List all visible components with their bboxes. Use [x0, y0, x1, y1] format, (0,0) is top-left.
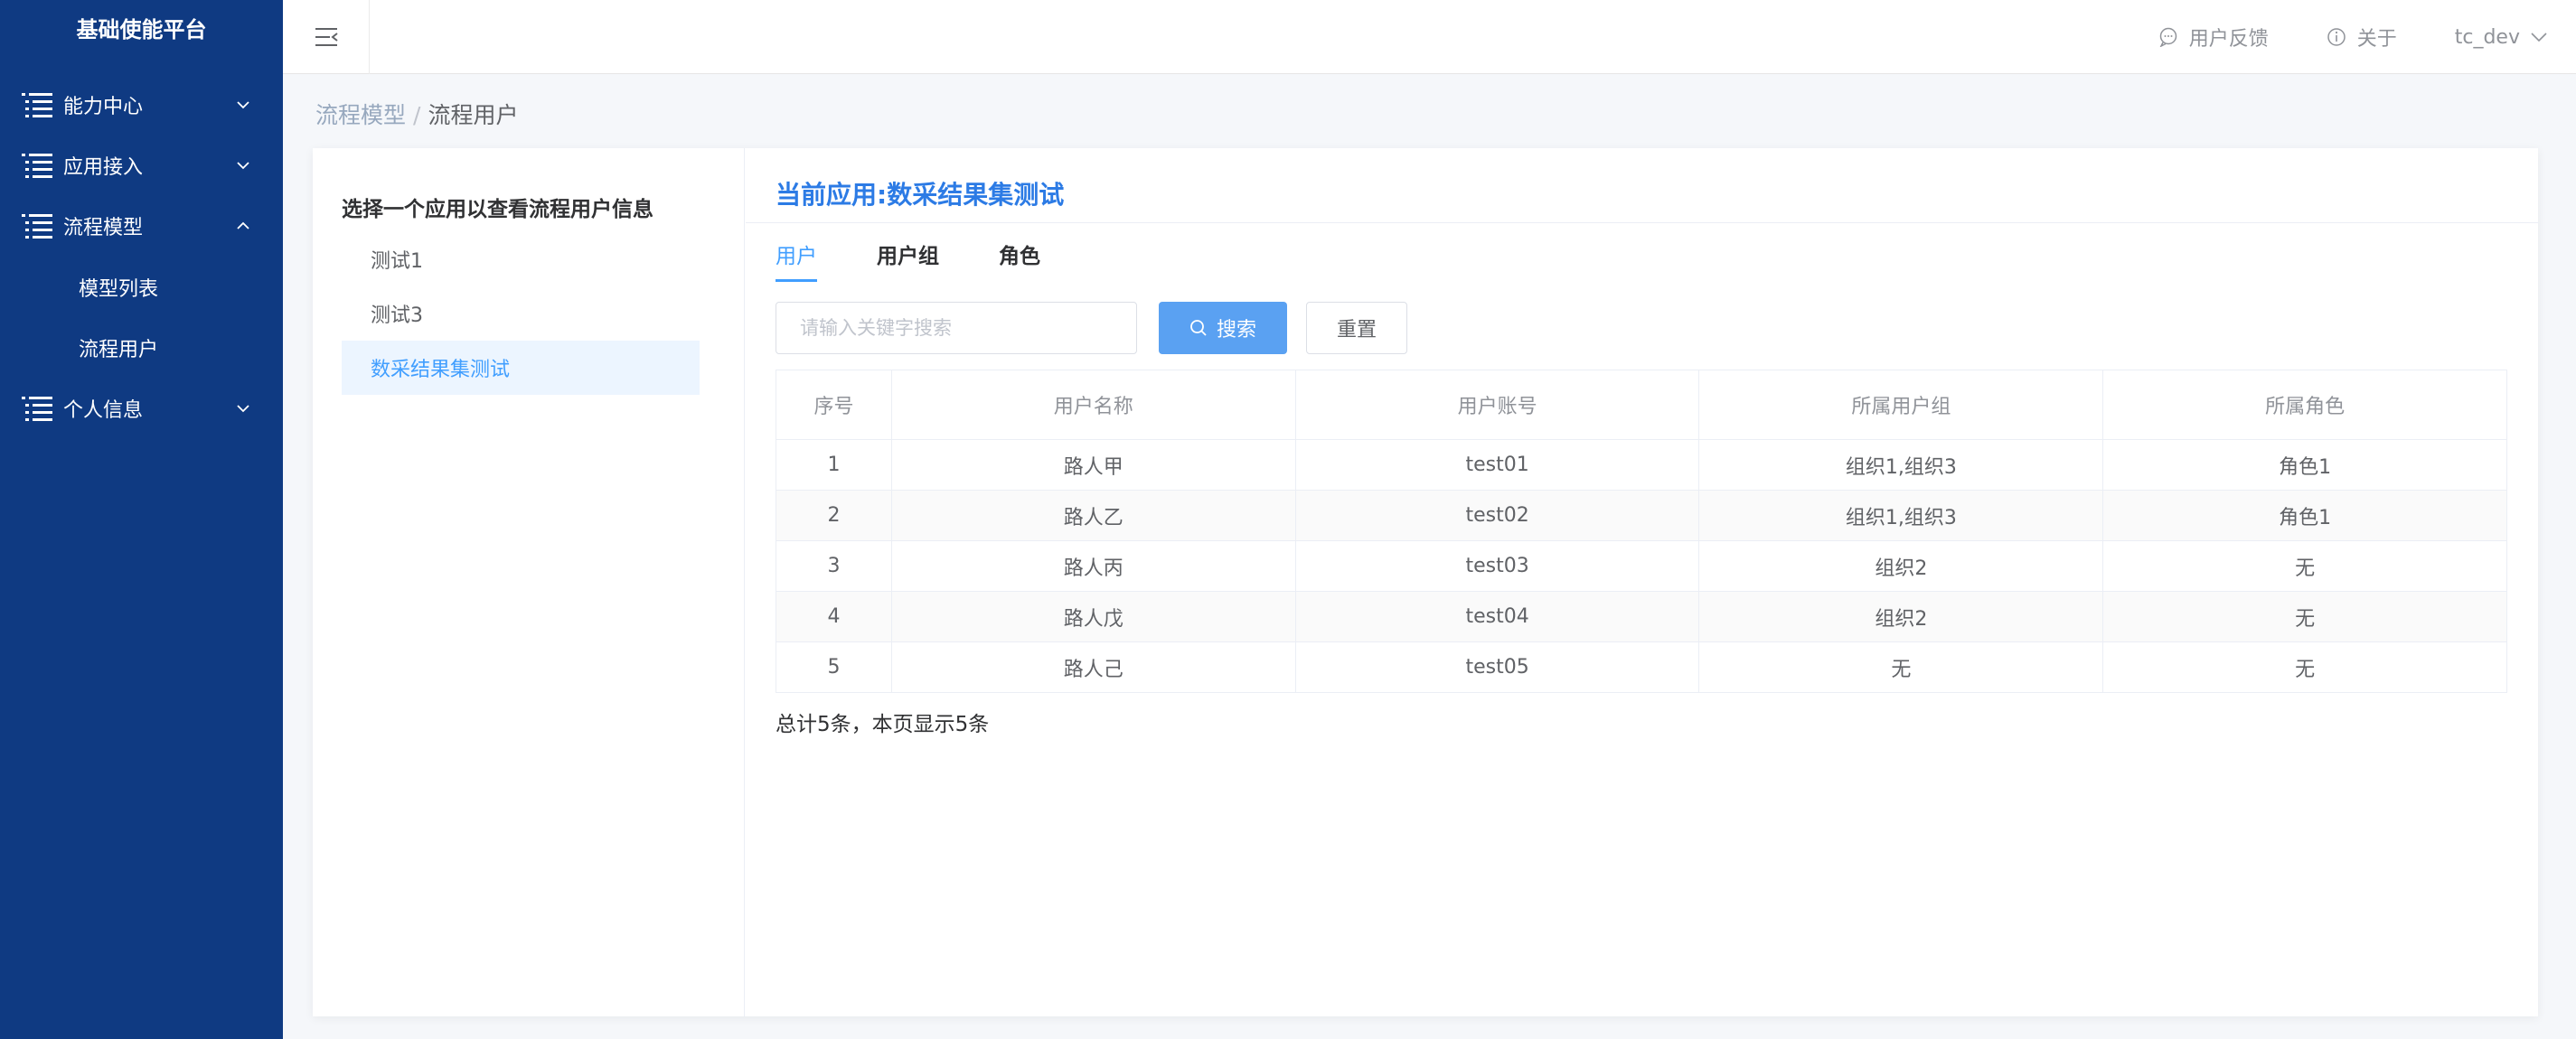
breadcrumb: 流程模型 / 流程用户	[315, 98, 518, 130]
feedback-label: 用户反馈	[2188, 28, 2269, 51]
chevron-up-icon	[237, 221, 249, 229]
username: tc_dev	[2454, 25, 2520, 49]
menu-label: 能力中心	[63, 95, 144, 118]
header-actions: 用户反馈 关于 tc_dev	[2158, 0, 2576, 74]
user-info-panel: 当前应用:数采结果集测试 用户 用户组 角色 搜索 重置 序号 用户名称	[746, 148, 2538, 1016]
table-cell: 2	[776, 490, 892, 541]
breadcrumb-separator: /	[413, 102, 421, 128]
table-cell: 组织1,组织3	[1698, 490, 2104, 541]
table-cell: test03	[1295, 540, 1700, 592]
app-item[interactable]: 测试3	[342, 286, 700, 341]
app-select-panel: 选择一个应用以查看流程用户信息 测试1 测试3 数采结果集测试	[313, 148, 745, 1016]
search-button[interactable]: 搜索	[1159, 302, 1287, 354]
about-label: 关于	[2356, 28, 2397, 51]
table-cell: test05	[1295, 641, 1700, 693]
table-cell: 路人乙	[891, 490, 1296, 541]
sidebar: 基础使能平台 能力中心 应用接入 流程模型 模型列表 流程用户 个人信息	[0, 0, 283, 1039]
table-header-row: 序号 用户名称 用户账号 所属用户组 所属角色	[776, 370, 2507, 440]
table-row[interactable]: 1 路人甲 test01 组织1,组织3 角色1	[776, 439, 2507, 491]
sidebar-toggle-button[interactable]	[283, 0, 370, 74]
table-row[interactable]: 4 路人戊 test04 组织2 无	[776, 591, 2507, 642]
menu-fold-icon	[315, 28, 338, 46]
submenu-item-process-users[interactable]: 流程用户	[0, 317, 283, 378]
table-cell: 无	[2102, 641, 2507, 693]
tab-user-groups[interactable]: 用户组	[877, 239, 939, 282]
column-header: 用户名称	[891, 370, 1296, 440]
table-cell: 1	[776, 439, 892, 491]
table-row[interactable]: 3 路人丙 test03 组织2 无	[776, 540, 2507, 592]
top-header: 用户反馈 关于 tc_dev	[283, 0, 2576, 74]
table-cell: 角色1	[2102, 490, 2507, 541]
chevron-down-icon	[237, 161, 249, 169]
menu-label: 个人信息	[63, 398, 144, 422]
table-cell: 路人丙	[891, 540, 1296, 592]
table-cell: test02	[1295, 490, 1700, 541]
table-cell: 5	[776, 641, 892, 693]
table-cell: 无	[1698, 641, 2104, 693]
app-item-label: 测试1	[371, 250, 423, 273]
search-input[interactable]	[776, 302, 1137, 354]
submenu-item-model-list[interactable]: 模型列表	[0, 257, 283, 317]
column-header: 所属角色	[2102, 370, 2507, 440]
menu-item-capability-center[interactable]: 能力中心	[0, 74, 283, 135]
table-cell: 3	[776, 540, 892, 592]
tabs: 用户 用户组 角色	[776, 239, 1100, 282]
current-app-title: 当前应用:数采结果集测试	[776, 180, 1065, 210]
chevron-down-icon	[2531, 33, 2547, 42]
submenu-label: 流程用户	[79, 338, 159, 361]
search-icon	[1190, 320, 1207, 336]
table-cell: test01	[1295, 439, 1700, 491]
list-menu-icon	[22, 153, 52, 178]
breadcrumb-current: 流程用户	[428, 102, 519, 128]
main-card: 选择一个应用以查看流程用户信息 测试1 测试3 数采结果集测试 当前应用:数采结…	[313, 148, 2538, 1016]
info-icon	[2327, 28, 2346, 46]
table-cell: 组织2	[1698, 591, 2104, 642]
app-item[interactable]: 测试1	[342, 232, 700, 286]
feedback-link[interactable]: 用户反馈	[2158, 23, 2269, 51]
app-item-label: 测试3	[371, 304, 423, 327]
menu-label: 流程模型	[63, 216, 144, 239]
app-title: 基础使能平台	[76, 17, 207, 42]
divider	[746, 222, 2538, 223]
app-select-title: 选择一个应用以查看流程用户信息	[342, 198, 653, 221]
chevron-down-icon	[237, 100, 249, 108]
submenu-label: 模型列表	[79, 277, 159, 301]
chevron-down-icon	[237, 404, 249, 412]
table-cell: 无	[2102, 591, 2507, 642]
table-cell: test04	[1295, 591, 1700, 642]
table-row[interactable]: 2 路人乙 test02 组织1,组织3 角色1	[776, 490, 2507, 541]
app-item-label: 数采结果集测试	[371, 359, 511, 381]
column-header: 用户账号	[1295, 370, 1700, 440]
search-button-label: 搜索	[1216, 319, 1256, 342]
users-table: 序号 用户名称 用户账号 所属用户组 所属角色 1 路人甲 test01 组织1…	[776, 370, 2507, 693]
tab-users[interactable]: 用户	[776, 239, 817, 282]
column-header: 序号	[776, 370, 892, 440]
table-cell: 路人戊	[891, 591, 1296, 642]
table-cell: 组织1,组织3	[1698, 439, 2104, 491]
menu-label: 应用接入	[63, 155, 144, 179]
pagination-summary: 总计5条，本页显示5条	[776, 713, 990, 736]
list-menu-icon	[22, 213, 52, 239]
list-menu-icon	[22, 396, 52, 421]
about-link[interactable]: 关于	[2327, 23, 2397, 51]
table-cell: 无	[2102, 540, 2507, 592]
table-cell: 路人甲	[891, 439, 1296, 491]
table-cell: 4	[776, 591, 892, 642]
list-menu-icon	[22, 92, 52, 117]
chat-bubble-icon	[2159, 27, 2176, 47]
menu-item-process-model[interactable]: 流程模型	[0, 195, 283, 256]
table-row[interactable]: 5 路人己 test05 无 无	[776, 641, 2507, 693]
breadcrumb-parent[interactable]: 流程模型	[315, 102, 406, 128]
user-dropdown[interactable]: tc_dev	[2455, 26, 2549, 49]
menu-item-personal-info[interactable]: 个人信息	[0, 378, 283, 438]
column-header: 所属用户组	[1698, 370, 2104, 440]
reset-button[interactable]: 重置	[1306, 302, 1407, 354]
tab-roles[interactable]: 角色	[999, 239, 1040, 282]
table-cell: 路人己	[891, 641, 1296, 693]
table-cell: 组织2	[1698, 540, 2104, 592]
menu-item-app-access[interactable]: 应用接入	[0, 135, 283, 195]
app-item-selected[interactable]: 数采结果集测试	[342, 341, 700, 395]
table-cell: 角色1	[2102, 439, 2507, 491]
